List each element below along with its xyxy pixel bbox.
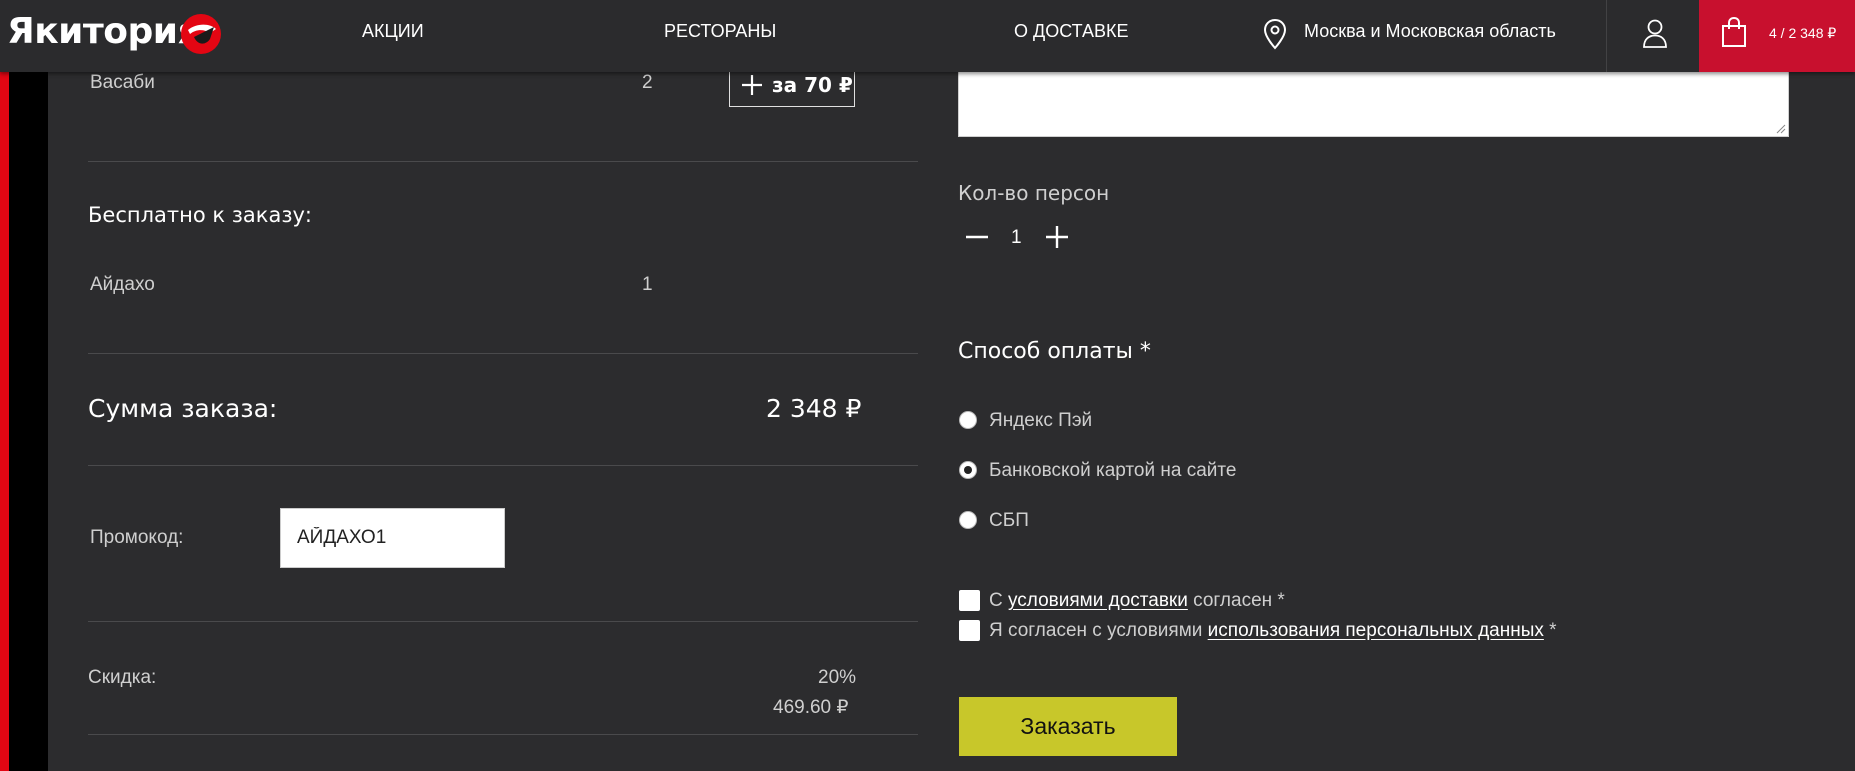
submit-order-button[interactable]: Заказать: [959, 697, 1177, 756]
persons-label: Кол-во персон: [958, 181, 1110, 205]
item-quantity: 2: [642, 72, 653, 93]
payment-option-label[interactable]: Яндекс Пэй: [989, 410, 1092, 432]
personal-data-link[interactable]: использования персональных данных: [1208, 620, 1544, 641]
divider: [88, 621, 918, 622]
order-total-label: Сумма заказа:: [88, 394, 278, 423]
cart-summary: 4 / 2 348 ₽: [1769, 25, 1837, 41]
free-item-name: Айдахо: [90, 274, 155, 295]
delivery-terms-prefix: С: [989, 590, 1008, 611]
checkbox-delivery-terms[interactable]: [959, 590, 980, 611]
delivery-terms-suffix: согласен *: [1187, 590, 1285, 611]
personal-data-prefix: Я согласен с условиями: [989, 620, 1208, 641]
divider: [88, 353, 918, 354]
nav-link-promotions[interactable]: АКЦИИ: [362, 21, 424, 42]
divider: [88, 734, 918, 735]
order-total-value: 2 348 ₽: [766, 394, 862, 423]
delivery-terms-text: С условиями доставки согласен *: [989, 590, 1285, 612]
shopping-bag-icon: [1722, 16, 1746, 47]
free-item-quantity: 1: [642, 274, 653, 295]
comment-textarea[interactable]: [958, 66, 1789, 137]
city-selector[interactable]: Москва и Московская область: [1304, 21, 1556, 42]
divider: [88, 161, 918, 162]
payment-option-label[interactable]: СБП: [989, 510, 1029, 532]
resize-grip-icon[interactable]: [1776, 124, 1786, 134]
nav-link-restaurants[interactable]: РЕСТОРАНЫ: [664, 21, 776, 42]
delivery-terms-link[interactable]: условиями доставки: [1008, 590, 1188, 611]
checkbox-personal-data[interactable]: [959, 620, 980, 641]
logo-mark-icon[interactable]: [180, 13, 222, 55]
item-name: Васаби: [90, 72, 155, 93]
promo-label: Промокод:: [90, 527, 184, 548]
free-items-heading: Бесплатно к заказу:: [88, 203, 312, 227]
site-header: Якитория АКЦИИ РЕСТОРАНЫ О ДОСТАВКЕ Моск…: [0, 0, 1855, 72]
logo-text[interactable]: Якитория: [7, 11, 201, 52]
user-icon[interactable]: [1640, 17, 1670, 49]
radio-sbp[interactable]: [959, 511, 977, 529]
personal-data-text: Я согласен с условиями использования пер…: [989, 620, 1557, 642]
discount-label: Скидка:: [88, 667, 157, 688]
minus-icon[interactable]: [963, 223, 991, 251]
left-accent-strip: [0, 0, 9, 771]
radio-yandex-pay[interactable]: [959, 411, 977, 429]
location-pin-icon[interactable]: [1262, 18, 1288, 50]
plus-icon[interactable]: [1043, 223, 1071, 251]
radio-bank-card[interactable]: [959, 461, 977, 479]
cart-button[interactable]: 4 / 2 348 ₽: [1699, 0, 1855, 72]
promo-code-input[interactable]: [280, 508, 505, 568]
add-item-price: за 70 ₽: [772, 73, 853, 97]
divider: [88, 465, 918, 466]
payment-option-label[interactable]: Банковской картой на сайте: [989, 460, 1236, 482]
persons-count: 1: [1011, 227, 1022, 248]
personal-data-suffix: *: [1543, 620, 1557, 641]
plus-icon: [742, 75, 762, 95]
payment-heading: Способ оплаты *: [958, 339, 1151, 364]
discount-amount: 469.60 ₽: [773, 697, 849, 718]
header-divider: [1606, 0, 1607, 72]
discount-percent: 20%: [818, 667, 857, 688]
nav-link-delivery[interactable]: О ДОСТАВКЕ: [1014, 21, 1129, 42]
